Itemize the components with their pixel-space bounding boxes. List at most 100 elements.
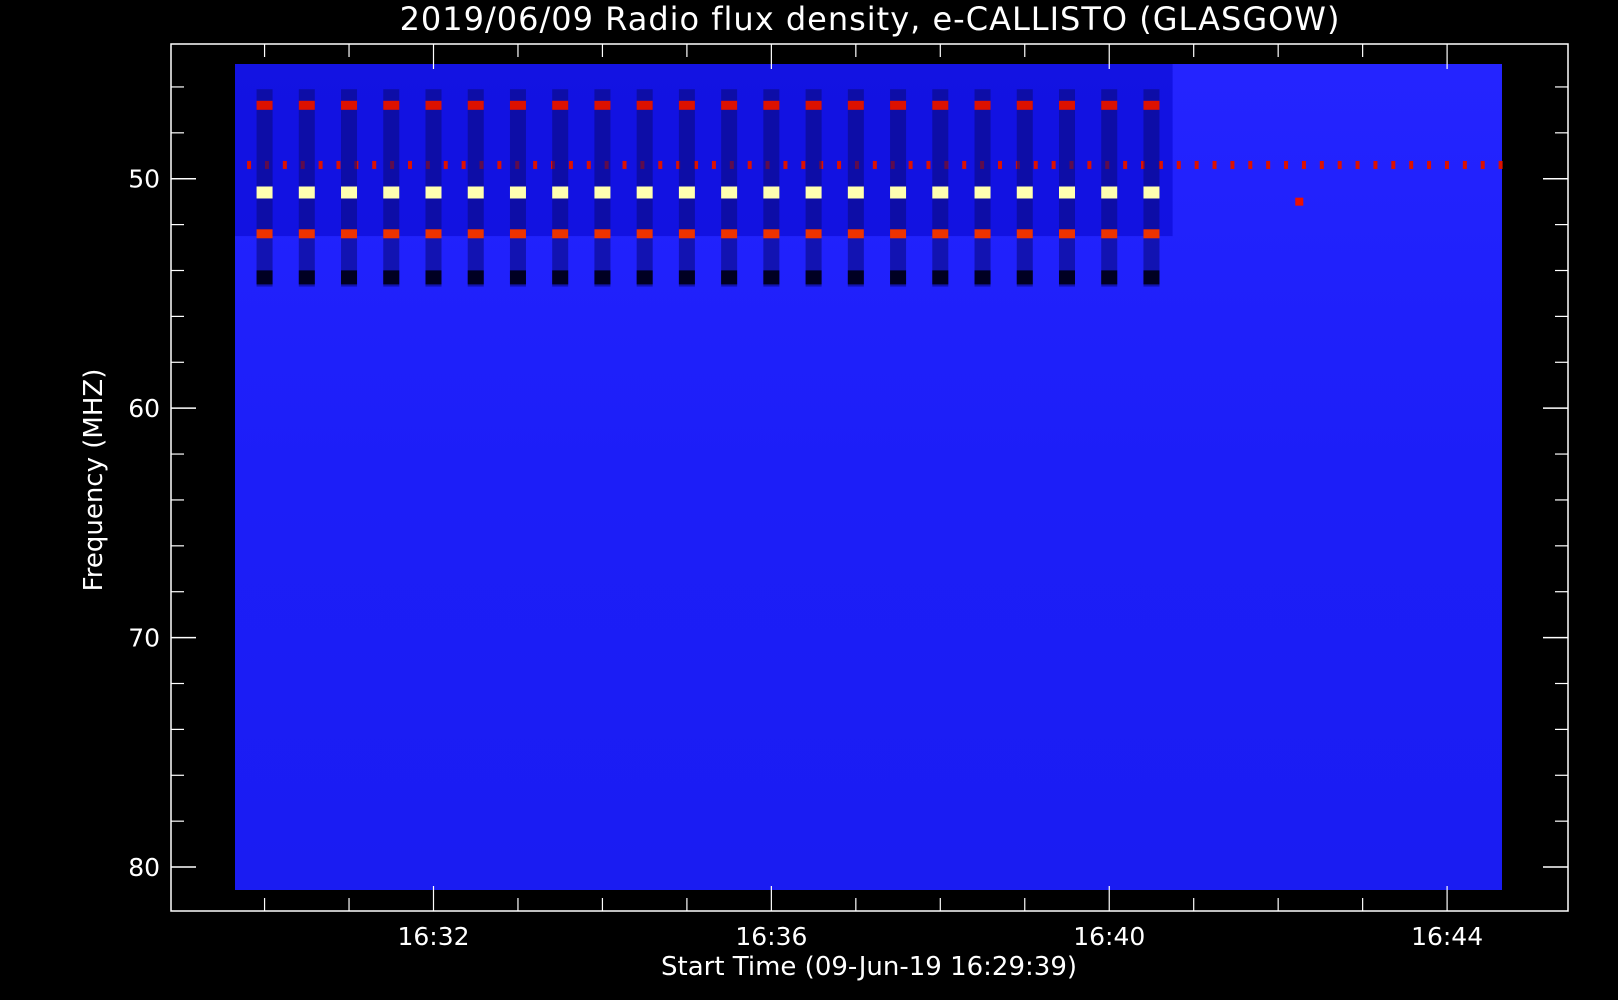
continuous-line-mark [1194, 160, 1199, 169]
continuous-line-mark [1033, 160, 1038, 169]
burst-band-mark [552, 100, 569, 110]
continuous-line-mark [1480, 160, 1485, 169]
burst-band-mark [341, 186, 358, 199]
continuous-line-mark [1498, 160, 1503, 169]
burst-band-mark [425, 270, 442, 285]
continuous-line-mark [801, 160, 806, 169]
burst-band-mark [974, 186, 991, 199]
burst-band-mark [763, 100, 780, 110]
burst-band-mark [1101, 229, 1118, 239]
isolated-spot [1295, 197, 1304, 206]
y-tick-label: 60 [128, 394, 160, 423]
continuous-line-mark [1462, 160, 1467, 169]
burst-band-mark [256, 229, 273, 239]
burst-band-mark [805, 186, 822, 199]
burst-band-mark [932, 186, 949, 199]
continuous-line-mark [1301, 160, 1306, 169]
continuous-line-mark [407, 160, 412, 169]
continuous-line-mark [908, 160, 913, 169]
burst-band-mark [467, 186, 484, 199]
burst-band-mark [594, 186, 611, 199]
burst-band-mark [341, 270, 358, 285]
burst-band-mark [509, 100, 526, 110]
x-tick-label: 16:44 [1411, 922, 1483, 951]
burst-band-mark [1016, 100, 1033, 110]
burst-band-mark [805, 100, 822, 110]
burst-band-mark [1016, 270, 1033, 285]
burst-band-mark [890, 270, 907, 285]
burst-band-mark [678, 229, 695, 239]
burst-band-mark [1101, 186, 1118, 199]
burst-band-mark [594, 100, 611, 110]
burst-band-mark [341, 229, 358, 239]
burst-band-mark [805, 229, 822, 239]
burst-band-mark [678, 270, 695, 285]
continuous-line-mark [568, 160, 573, 169]
y-axis-label: Frequency (MHZ) [79, 369, 109, 592]
burst-band-mark [509, 229, 526, 239]
continuous-line-mark [622, 160, 627, 169]
continuous-line-mark [926, 160, 931, 169]
burst-band-mark [805, 270, 822, 285]
burst-band-mark [552, 229, 569, 239]
continuous-line-mark [1212, 160, 1217, 169]
burst-band-mark [425, 186, 442, 199]
burst-band-mark [974, 100, 991, 110]
burst-band-mark [932, 100, 949, 110]
continuous-line-mark [497, 160, 502, 169]
continuous-line-mark [1319, 160, 1324, 169]
burst-band-mark [721, 229, 738, 239]
burst-band-mark [1143, 229, 1160, 239]
burst-band-mark [1101, 100, 1118, 110]
burst-band-mark [383, 100, 400, 110]
continuous-line-mark [586, 160, 591, 169]
burst-band-mark [383, 186, 400, 199]
continuous-line-mark [1248, 160, 1253, 169]
burst-band-mark [974, 229, 991, 239]
burst-band-mark [847, 270, 864, 285]
burst-band-mark [890, 186, 907, 199]
burst-band-mark [847, 229, 864, 239]
burst-band-mark [383, 229, 400, 239]
burst-band-mark [467, 270, 484, 285]
burst-band-mark [1016, 186, 1033, 199]
continuous-line-mark [1427, 160, 1432, 169]
continuous-line-mark [1337, 160, 1342, 169]
continuous-line-mark [658, 160, 663, 169]
burst-band-mark [341, 100, 358, 110]
burst-band-mark [890, 100, 907, 110]
burst-band-mark [763, 229, 780, 239]
continuous-line-mark [1087, 160, 1092, 169]
continuous-line-mark [1158, 160, 1163, 169]
continuous-line-mark [1284, 160, 1289, 169]
y-tick-label: 80 [128, 853, 160, 882]
burst-band-mark [1143, 100, 1160, 110]
continuous-line-mark [1444, 160, 1449, 169]
burst-band-mark [721, 270, 738, 285]
continuous-line-mark [533, 160, 538, 169]
burst-band-mark [1016, 229, 1033, 239]
burst-band-mark [509, 186, 526, 199]
continuous-line-mark [1230, 160, 1235, 169]
burst-band-mark [383, 270, 400, 285]
continuous-line-mark [747, 160, 752, 169]
burst-band-mark [256, 186, 273, 199]
burst-band-mark [974, 270, 991, 285]
y-tick-label: 70 [128, 624, 160, 653]
burst-band-mark [467, 229, 484, 239]
burst-band-mark [552, 186, 569, 199]
burst-band-mark [1058, 229, 1075, 239]
x-tick-label: 16:32 [397, 922, 469, 951]
burst-band-mark [298, 270, 315, 285]
burst-band-mark [636, 270, 653, 285]
burst-band-mark [1058, 186, 1075, 199]
continuous-line-mark [837, 160, 842, 169]
continuous-line-mark [997, 160, 1002, 169]
continuous-line-mark [1266, 160, 1271, 169]
continuous-line-mark [962, 160, 967, 169]
burst-band-mark [552, 270, 569, 285]
burst-band-mark [425, 229, 442, 239]
burst-band-mark [509, 270, 526, 285]
burst-band-mark [678, 186, 695, 199]
burst-band-mark [594, 270, 611, 285]
